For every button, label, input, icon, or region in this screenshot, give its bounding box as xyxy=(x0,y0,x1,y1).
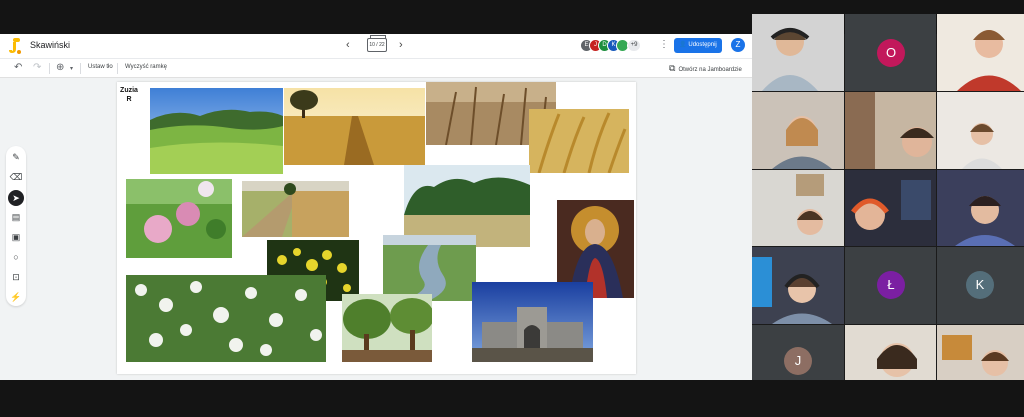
toolbar-divider xyxy=(49,63,50,74)
participant-video-tile[interactable] xyxy=(752,14,844,91)
participant-avatar: Ł xyxy=(877,271,905,299)
add-image-icon[interactable]: ▣ xyxy=(6,232,26,243)
share-button[interactable]: 👤 Udostępnij xyxy=(674,38,722,53)
jamboard-toolbar: ↶ ↷ ⊕ ▾ Ustaw tło Wyczyść ramkę ⧉ Otwórz … xyxy=(0,58,752,78)
participant-avatar: K xyxy=(966,271,994,299)
hills-landscape-image[interactable] xyxy=(150,88,283,174)
open-on-jamboard-button[interactable]: ⧉ Otwórz na Jamboardzie xyxy=(669,63,742,74)
previous-frame-button[interactable]: ‹ xyxy=(346,39,350,51)
participant-video-tile[interactable] xyxy=(752,247,844,324)
zoom-icon[interactable]: ⊕ xyxy=(56,62,64,73)
participant-video-tile[interactable]: O xyxy=(845,14,936,91)
more-collaborators-badge: +9 xyxy=(627,39,641,52)
text-box-icon[interactable]: ⊡ xyxy=(6,272,26,283)
clover-flowers-image[interactable] xyxy=(126,179,232,258)
participant-avatar: O xyxy=(877,39,905,67)
redo-icon[interactable]: ↷ xyxy=(33,62,41,73)
participant-video-tile[interactable] xyxy=(752,92,844,169)
open-on-jamboard-label: Otwórz na Jamboardzie xyxy=(678,67,742,73)
participant-video-tile[interactable] xyxy=(937,170,1024,246)
participant-video-tile[interactable] xyxy=(845,92,936,169)
participant-video-tile[interactable] xyxy=(845,170,936,246)
river-valley-image[interactable] xyxy=(383,235,476,301)
participant-video-tile[interactable] xyxy=(937,14,1024,91)
share-label: Udostępnij xyxy=(688,42,717,48)
country-road-image[interactable] xyxy=(242,181,349,237)
more-options-icon[interactable]: ⋮ xyxy=(659,39,669,50)
undo-icon[interactable]: ↶ xyxy=(14,62,22,73)
golden-wheat-closeup-image[interactable] xyxy=(529,109,629,173)
meeting-bottom-bar xyxy=(0,380,1024,417)
eraser-icon[interactable]: ⌫ xyxy=(6,172,26,183)
jamboard-canvas[interactable]: Zuzia R xyxy=(117,82,636,374)
palace-gate-image[interactable] xyxy=(472,282,593,362)
frame-indicator-text: 10 / 22 xyxy=(369,42,385,48)
jamboard-window: Skawiński ‹ 10 / 22 › E J D K +9 ⋮ 👤 Udo… xyxy=(0,34,752,380)
laser-icon[interactable]: ⚡ xyxy=(6,292,26,303)
participant-video-tile[interactable]: K xyxy=(937,247,1024,324)
select-icon[interactable]: ➤ xyxy=(8,190,24,206)
video-call-grid: O Ł K J xyxy=(752,14,1024,400)
share-icon: 👤 xyxy=(679,42,687,48)
circle-icon[interactable]: ○ xyxy=(6,252,26,262)
clear-frame-button[interactable]: Wyczyść ramkę xyxy=(125,64,167,70)
participant-video-tile[interactable]: Ł xyxy=(845,247,936,324)
participant-avatar: J xyxy=(784,347,812,375)
cast-icon: ⧉ xyxy=(669,63,676,73)
toolbar-divider xyxy=(80,63,81,74)
participant-video-tile[interactable] xyxy=(752,170,844,246)
document-title[interactable]: Skawiński xyxy=(30,40,70,50)
next-frame-button[interactable]: › xyxy=(399,39,403,51)
wheat-field-sunset-image[interactable] xyxy=(284,88,425,165)
name-text-note[interactable]: Zuzia R xyxy=(119,86,139,104)
jamboard-logo-icon xyxy=(9,38,21,54)
zoom-dropdown-icon[interactable]: ▾ xyxy=(70,65,73,72)
sticky-note-icon[interactable]: ▤ xyxy=(6,212,26,223)
toolbar-divider xyxy=(117,63,118,74)
orchard-trees-image[interactable] xyxy=(342,294,432,362)
user-avatar[interactable]: Z xyxy=(731,38,745,52)
jamboard-header: Skawiński ‹ 10 / 22 › E J D K +9 ⋮ 👤 Udo… xyxy=(0,34,752,58)
set-background-button[interactable]: Ustaw tło xyxy=(88,64,113,70)
pen-icon[interactable]: ✎ xyxy=(6,152,26,163)
white-buckwheat-flowers-image[interactable] xyxy=(126,275,326,362)
participant-video-tile[interactable] xyxy=(937,92,1024,169)
frame-indicator[interactable]: 10 / 22 xyxy=(367,35,387,52)
drawing-tools-bar: ✎ ⌫ ➤ ▤ ▣ ○ ⊡ ⚡ xyxy=(6,146,26,306)
